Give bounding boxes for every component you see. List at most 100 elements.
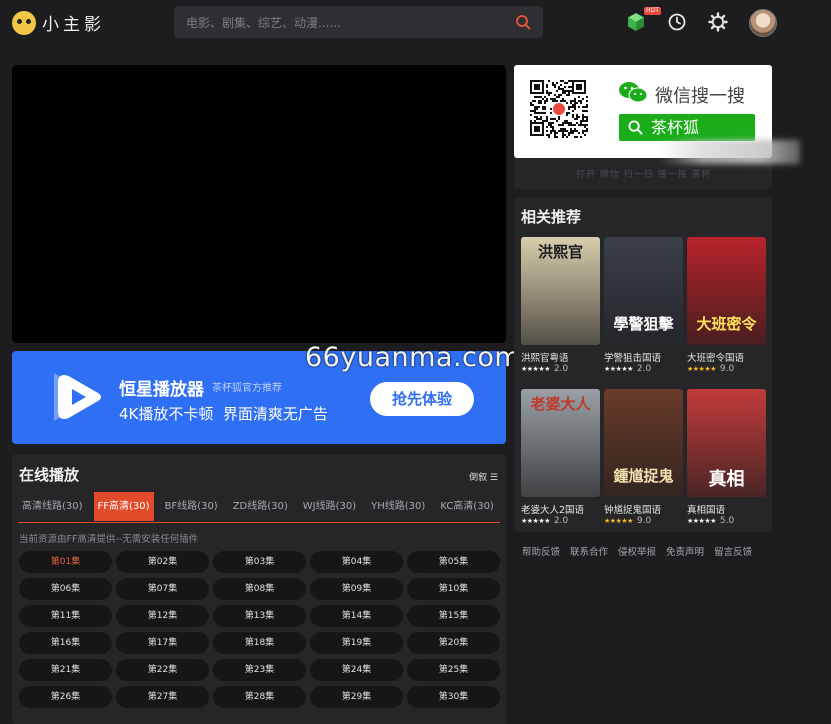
recommend-name[interactable]: 洪熙官粤语: [521, 350, 600, 364]
blurred-overlay: [660, 140, 800, 164]
wechat-search-text: 微信搜一搜: [655, 86, 745, 107]
episode-button[interactable]: 第22集: [116, 659, 209, 681]
rating-score: 9.0: [719, 364, 735, 374]
footer-link[interactable]: 留言反馈: [714, 544, 752, 558]
episode-button[interactable]: 第21集: [19, 659, 112, 681]
line-tab[interactable]: YH线路(30): [367, 492, 429, 521]
search-input[interactable]: [184, 6, 508, 40]
rating-score: 2.0: [553, 516, 569, 526]
rating: ★★★★★ 9.0: [604, 516, 651, 526]
episode-button[interactable]: 第30集: [407, 686, 500, 708]
watermark-text: 66yuanma.com: [305, 342, 522, 373]
star-rating-icon: ★★★★★: [604, 517, 633, 525]
footer-link[interactable]: 联系合作: [570, 544, 608, 558]
poster-title-art: 老婆大人: [530, 395, 591, 413]
episode-button[interactable]: 第02集: [116, 551, 209, 573]
episode-button[interactable]: 第28集: [213, 686, 306, 708]
logo-face-icon: [12, 10, 36, 35]
wechat-search-button[interactable]: 茶杯狐: [619, 114, 755, 141]
play-logo-icon: [54, 373, 101, 421]
episode-button[interactable]: 第18集: [213, 632, 306, 654]
rating: ★★★★★ 9.0: [687, 364, 734, 374]
history-clock-icon[interactable]: [666, 11, 688, 33]
recommend-card[interactable]: 洪熙官 洪熙官粤语 ★★★★★ 2.0: [521, 237, 600, 389]
episode-button[interactable]: 第23集: [213, 659, 306, 681]
line-tabs: 高清线路(30) FF高清(30) BF线路(30) ZD线路(30) WJ线路(30)…: [18, 492, 500, 523]
wechat-icon: [619, 82, 648, 103]
footer-link[interactable]: 侵权举报: [618, 544, 656, 558]
site-logo[interactable]: 小主影: [12, 10, 105, 35]
episode-button[interactable]: 第27集: [116, 686, 209, 708]
episode-button[interactable]: 第14集: [310, 605, 403, 627]
episode-button[interactable]: 第29集: [310, 686, 403, 708]
line-tab[interactable]: ZD线路(30): [229, 492, 292, 521]
episode-button[interactable]: 第15集: [407, 605, 500, 627]
user-avatar[interactable]: [749, 9, 777, 37]
online-play-panel: 在线播放 倒叙 ☰ 高清线路(30) FF高清(30) BF线路(30) ZD线路(3…: [12, 454, 506, 724]
gear-icon[interactable]: [707, 11, 729, 33]
star-rating-icon: ★★★★★: [687, 517, 716, 525]
poster-image[interactable]: 學警狙擊: [604, 237, 683, 345]
recommend-card[interactable]: 老婆大人 老婆大人2国语 ★★★★★ 2.0: [521, 389, 600, 541]
rating-score: 5.0: [719, 516, 735, 526]
line-tab[interactable]: BF线路(30): [161, 492, 222, 521]
recommend-name[interactable]: 真相国语: [687, 502, 766, 516]
episode-button[interactable]: 第17集: [116, 632, 209, 654]
poster-image[interactable]: 洪熙官: [521, 237, 600, 345]
search-icon[interactable]: [515, 14, 531, 30]
episode-button[interactable]: 第25集: [407, 659, 500, 681]
episode-button[interactable]: 第03集: [213, 551, 306, 573]
recommend-panel: 相关推荐 洪熙官 洪熙官粤语 ★★★★★ 2.0 學警狙擊 学警狙击国语 ★★★★★ 2.0 大…: [514, 197, 772, 532]
episode-button[interactable]: 第04集: [310, 551, 403, 573]
episode-button[interactable]: 第26集: [19, 686, 112, 708]
recommend-card[interactable]: 大班密令大班密令国语 ★★★★★ 9.0: [687, 237, 766, 389]
episode-button[interactable]: 第13集: [213, 605, 306, 627]
recommend-name[interactable]: 钟馗捉鬼国语: [604, 502, 683, 516]
poster-title-art: 鍾馗捉鬼: [613, 467, 674, 485]
banner-subtitle: 4K播放不卡顿 界面清爽无广告: [119, 405, 328, 423]
try-now-button[interactable]: 抢先体验: [370, 382, 474, 416]
episode-button[interactable]: 第20集: [407, 632, 500, 654]
poster-title-art: 學警狙擊: [613, 315, 674, 333]
poster-title-art: 洪熙官: [537, 243, 583, 261]
search-icon: [628, 120, 643, 135]
footer-link[interactable]: 帮助反馈: [522, 544, 560, 558]
episode-button[interactable]: 第07集: [116, 578, 209, 600]
poster-image[interactable]: 真相: [687, 389, 766, 497]
episode-button[interactable]: 第11集: [19, 605, 112, 627]
recommend-name[interactable]: 老婆大人2国语: [521, 502, 600, 516]
episode-button[interactable]: 第05集: [407, 551, 500, 573]
hot-badge: HOT: [644, 7, 661, 15]
poster-image[interactable]: 鍾馗捉鬼: [604, 389, 683, 497]
qr-caption: 打开 微信 扫一扫 搜一搜 茶杯: [576, 170, 712, 180]
episode-button[interactable]: 第06集: [19, 578, 112, 600]
footer-link[interactable]: 免责声明: [666, 544, 704, 558]
line-tab[interactable]: WJ线路(30): [299, 492, 360, 521]
episode-button[interactable]: 第19集: [310, 632, 403, 654]
video-player[interactable]: [12, 65, 506, 343]
episode-button[interactable]: 第08集: [213, 578, 306, 600]
episode-button[interactable]: 第12集: [116, 605, 209, 627]
poster-image[interactable]: 老婆大人: [521, 389, 600, 497]
recommend-card[interactable]: 鍾馗捉鬼钟馗捉鬼国语 ★★★★★ 9.0: [604, 389, 683, 541]
poster-title-art: 大班密令: [696, 315, 757, 333]
line-tab[interactable]: KC高清(30): [436, 492, 498, 521]
episode-button[interactable]: 第09集: [310, 578, 403, 600]
recommend-name[interactable]: 大班密令国语: [687, 350, 766, 364]
line-tab[interactable]: FF高清(30): [93, 492, 154, 521]
recommend-name[interactable]: 学警狙击国语: [604, 350, 683, 364]
episode-button[interactable]: 第01集: [19, 551, 112, 573]
rating-score: 2.0: [636, 364, 652, 374]
logo-text: 小主影: [42, 15, 105, 35]
episode-button[interactable]: 第16集: [19, 632, 112, 654]
banner-title: 恒星播放器: [119, 380, 204, 400]
episode-button[interactable]: 第24集: [310, 659, 403, 681]
line-tab[interactable]: 高清线路(30): [18, 492, 87, 521]
rating: ★★★★★ 5.0: [687, 516, 734, 526]
recommend-card[interactable]: 真相真相国语 ★★★★★ 5.0: [687, 389, 766, 541]
poster-image[interactable]: 大班密令: [687, 237, 766, 345]
sort-toggle[interactable]: 倒叙 ☰: [469, 470, 498, 483]
recommend-card[interactable]: 學警狙擊 学警狙击国语 ★★★★★ 2.0: [604, 237, 683, 389]
episode-button[interactable]: 第10集: [407, 578, 500, 600]
star-rating-icon: ★★★★★: [521, 365, 550, 373]
